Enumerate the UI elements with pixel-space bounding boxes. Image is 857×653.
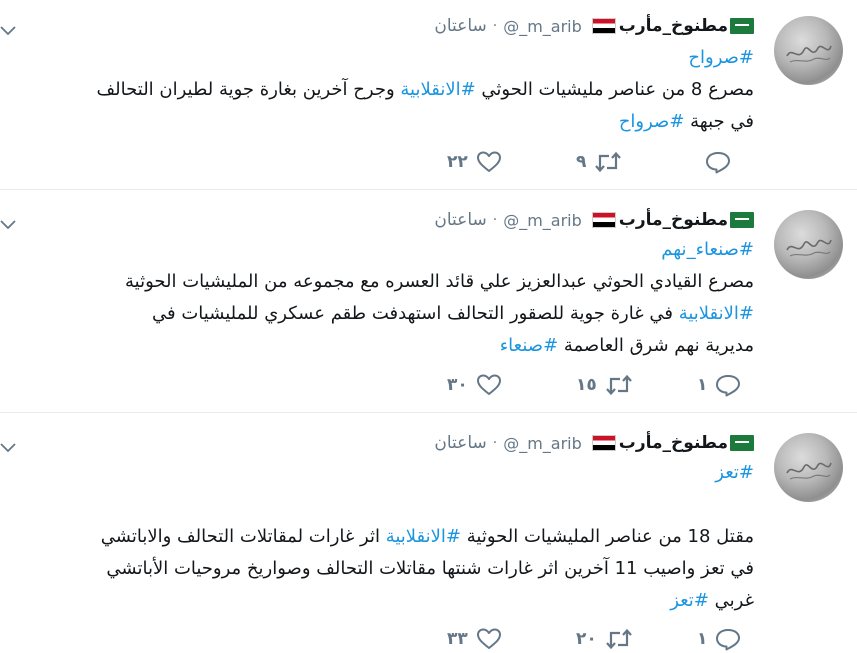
timestamp[interactable]: ساعتان: [434, 210, 486, 230]
tweet-line: #صنعاء_نهم: [125, 234, 754, 266]
tweet-actions: ٣٣ ٢٠ ١: [0, 627, 857, 653]
hashtag-link[interactable]: #صنعاء_نهم: [661, 239, 754, 260]
tweet-line: مديرية نهم شرق العاصمة #صنعاء: [125, 330, 754, 362]
chevron-down-icon[interactable]: [0, 215, 18, 230]
user-handle[interactable]: @_m_arib: [503, 17, 582, 36]
retweet-icon: [594, 150, 622, 174]
tweet-text: #صنعاء_نهم مصرع القيادي الحوثي عبدالعزيز …: [125, 234, 754, 362]
retweet-icon: [605, 373, 633, 397]
tweet-header: مطنوخ_مأرب @_m_arib · ساعتان: [434, 13, 754, 39]
reply-button[interactable]: [697, 150, 731, 174]
retweet-count: ١٥: [576, 375, 597, 395]
tweet-text-segment: مصرع القيادي الحوثي عبدالعزيز علي قائد ا…: [124, 271, 754, 292]
timestamp[interactable]: ساعتان: [434, 16, 486, 36]
tweet-text-segment: في جبهة: [684, 111, 754, 132]
tweet-line: غربي #تعز: [101, 585, 754, 617]
separator-dot: ·: [492, 435, 498, 451]
saudi-flag-icon: [730, 435, 754, 451]
like-icon: [476, 627, 502, 651]
hashtag-link[interactable]: #صرواح: [688, 47, 754, 68]
user-handle[interactable]: @_m_arib: [503, 434, 582, 453]
tweet-line: في جبهة #صرواح: [97, 106, 754, 138]
timestamp[interactable]: ساعتان: [434, 433, 486, 453]
tweet-header: مطنوخ_مأرب @_m_arib · ساعتان: [434, 207, 754, 233]
display-name[interactable]: مطنوخ_مأرب: [619, 433, 728, 453]
retweet-button[interactable]: ١٥: [576, 373, 633, 397]
reply-button[interactable]: ١: [697, 627, 741, 651]
reply-icon: [715, 373, 741, 397]
avatar[interactable]: [774, 16, 843, 85]
display-name[interactable]: مطنوخ_مأرب: [619, 210, 728, 230]
chevron-down-icon[interactable]: [0, 438, 18, 453]
tweet-line: مصرع 8 من عناصر مليشيات الحوثي #الانقلاب…: [97, 74, 754, 106]
reply-icon: [705, 150, 731, 174]
tweet-line: [101, 489, 754, 521]
divider: [0, 189, 857, 190]
reply-count: ١: [697, 375, 708, 395]
display-name[interactable]: مطنوخ_مأرب: [619, 16, 728, 36]
like-count: ٢٢: [447, 152, 468, 172]
tweet-text-segment: في غارة جوية للصقور التحالف استهدفت طقم …: [152, 303, 679, 324]
like-count: ٣٣: [447, 629, 468, 649]
retweet-count: ٢٠: [576, 629, 597, 649]
tweet-text-segment: في تعز واصيب 11 آخرين اثر غارات شنتها مق…: [106, 558, 754, 579]
hashtag-link[interactable]: #صنعاء: [500, 335, 558, 356]
hashtag-link[interactable]: #تعز: [670, 590, 709, 611]
like-button[interactable]: ٣٠: [447, 373, 502, 397]
yemen-flag-icon: [591, 435, 616, 451]
chevron-down-icon[interactable]: [0, 21, 18, 36]
hashtag-link[interactable]: #تعز: [715, 462, 754, 483]
hashtag-link[interactable]: #الانقلابية: [386, 526, 461, 547]
hashtag-link[interactable]: #صرواح: [619, 111, 685, 132]
tweet-text-segment: وجرح آخرين بغارة جوية لطيران التحالف: [96, 79, 401, 100]
tweet-actions: ٢٢ ٩: [0, 150, 857, 176]
like-count: ٣٠: [447, 375, 468, 395]
like-icon: [476, 150, 502, 174]
reply-count: ١: [697, 629, 708, 649]
tweet-actions: ٣٠ ١٥ ١: [0, 373, 857, 399]
separator-dot: ·: [492, 18, 498, 34]
tweet-line: في تعز واصيب 11 آخرين اثر غارات شنتها مق…: [101, 553, 754, 585]
tweet-text-segment: مصرع 8 من عناصر مليشيات الحوثي: [475, 79, 754, 100]
tweet-text-segment: مقتل 18 من عناصر المليشيات الحوثية: [461, 526, 754, 547]
retweet-icon: [605, 627, 633, 651]
tweet-text-segment: غربي: [708, 590, 754, 611]
like-icon: [476, 373, 502, 397]
hashtag-link[interactable]: #الانقلابية: [679, 303, 754, 324]
divider: [0, 412, 857, 413]
user-handle[interactable]: @_m_arib: [503, 211, 582, 230]
avatar[interactable]: [774, 433, 843, 502]
saudi-flag-icon: [730, 212, 754, 228]
tweet-header: مطنوخ_مأرب @_m_arib · ساعتان: [434, 430, 754, 456]
tweet-line: #صرواح: [97, 42, 754, 74]
retweet-button[interactable]: ٩: [576, 150, 622, 174]
reply-icon: [715, 627, 741, 651]
saudi-flag-icon: [730, 18, 754, 34]
tweet-line: مصرع القيادي الحوثي عبدالعزيز علي قائد ا…: [125, 266, 754, 298]
hashtag-link[interactable]: #الانقلابية: [400, 79, 475, 100]
retweet-count: ٩: [576, 152, 587, 172]
tweet-line: #تعز: [101, 457, 754, 489]
separator-dot: ·: [492, 212, 498, 228]
yemen-flag-icon: [591, 18, 616, 34]
tweet-line: مقتل 18 من عناصر المليشيات الحوثية #الان…: [101, 521, 754, 553]
reply-button[interactable]: ١: [697, 373, 741, 397]
tweet-line: #الانقلابية في غارة جوية للصقور التحالف …: [125, 298, 754, 330]
tweet-text: #تعز مقتل 18 من عناصر المليشيات الحوثية #…: [101, 457, 754, 617]
avatar[interactable]: [774, 210, 843, 279]
like-button[interactable]: ٣٣: [447, 627, 502, 651]
tweet-text-segment: اثر غارات لمقاتلات التحالف والاباتشي: [100, 526, 386, 547]
tweet-text-segment: مديرية نهم شرق العاصمة: [558, 335, 754, 356]
tweet-text: #صرواح مصرع 8 من عناصر مليشيات الحوثي #ال…: [97, 42, 754, 138]
yemen-flag-icon: [591, 212, 616, 228]
retweet-button[interactable]: ٢٠: [576, 627, 633, 651]
like-button[interactable]: ٢٢: [447, 150, 502, 174]
